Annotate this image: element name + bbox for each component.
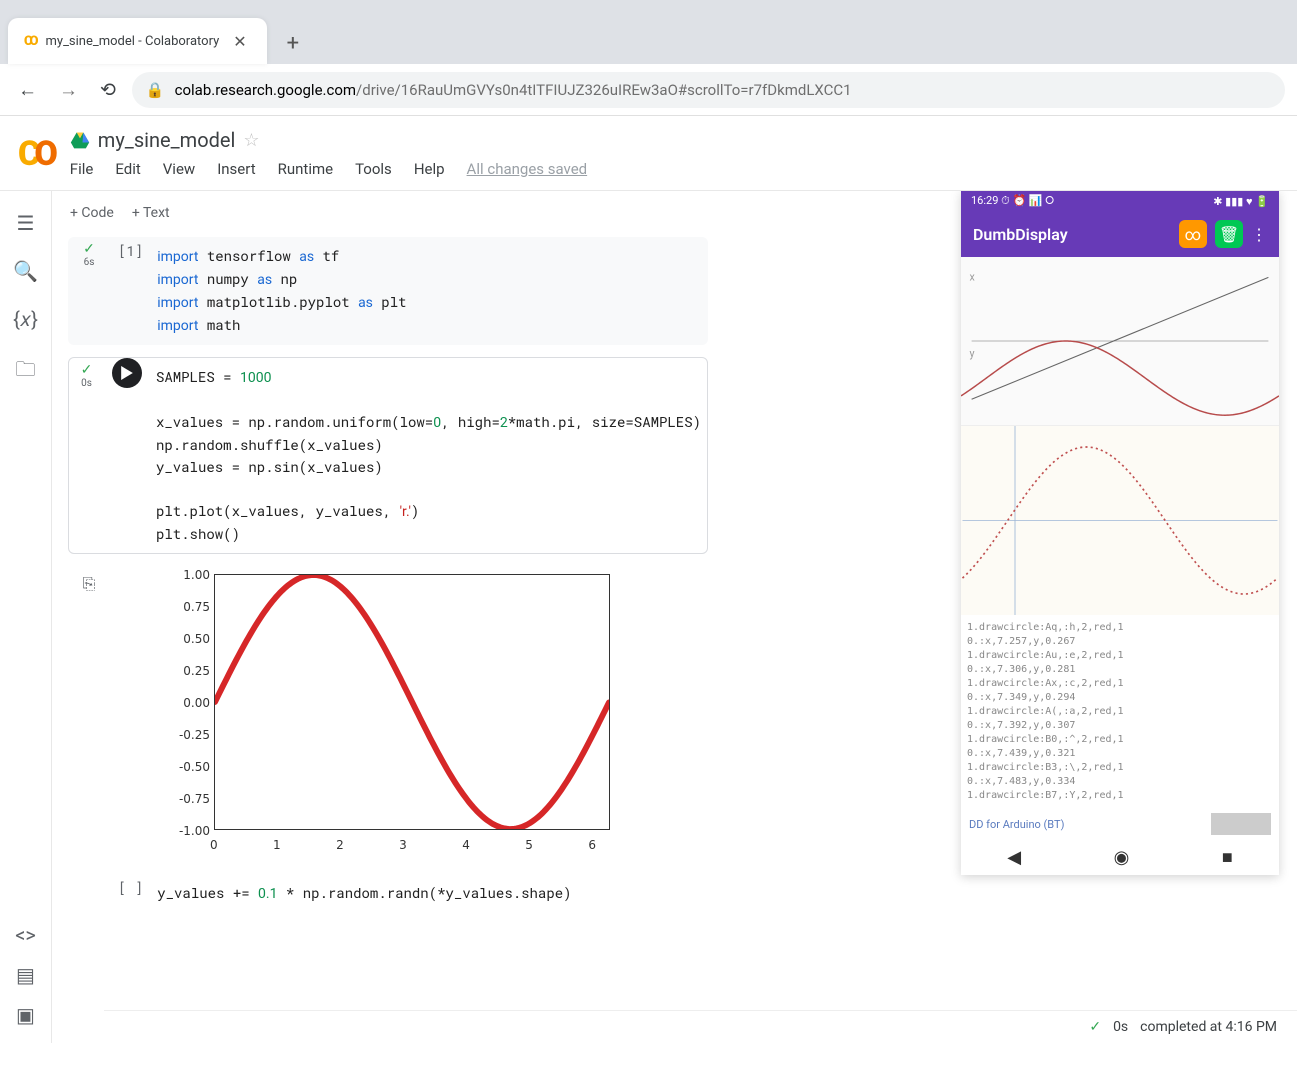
- y-tick-label: 0.25: [183, 664, 210, 678]
- cell-2-code[interactable]: SAMPLES = 1000 x_values = np.random.unif…: [150, 358, 707, 553]
- check-icon: ✓: [81, 362, 93, 378]
- tab-close-icon[interactable]: ✕: [229, 28, 250, 55]
- back-button[interactable]: ←: [12, 72, 43, 108]
- phone-status-bar: 16:29 ⏱ ⏰ 📊 ⭘ ✱ ▮▮▮ ♥ 🔋: [961, 191, 1279, 211]
- cell-1-prompt: [1]: [118, 237, 143, 345]
- terminal-icon[interactable]: ▣: [16, 1003, 35, 1027]
- browser-toolbar: ← → ⟲ 🔒 colab.research.google.com/drive/…: [0, 64, 1297, 116]
- url-host: colab.research.google.com: [175, 81, 356, 99]
- phone-send-button[interactable]: [1211, 813, 1271, 835]
- clear-output-icon[interactable]: ⎘: [68, 566, 110, 866]
- google-drive-icon: [70, 130, 90, 150]
- browser-tab[interactable]: CO my_sine_model - Colaboratory ✕: [8, 18, 267, 64]
- tab-title: my_sine_model - Colaboratory: [46, 34, 220, 49]
- cell-1-code[interactable]: import tensorflow as tf import numpy as …: [151, 237, 708, 345]
- phone-preview: 16:29 ⏱ ⏰ 📊 ⭘ ✱ ▮▮▮ ♥ 🔋 DumbDisplay ∞ 🗑 …: [961, 191, 1279, 875]
- colab-favicon: CO: [24, 34, 36, 49]
- phone-link-icon[interactable]: ∞: [1179, 220, 1207, 248]
- x-tick-label: 2: [336, 838, 344, 852]
- code-icon[interactable]: <>: [15, 923, 36, 947]
- variables-icon[interactable]: {𝑥}: [13, 307, 38, 331]
- y-tick-label: 0.50: [183, 632, 210, 646]
- y-tick-label: -0.50: [179, 760, 210, 774]
- phone-graph-bottom: [961, 425, 1279, 615]
- cell-1-time: 6s: [84, 257, 95, 268]
- footer-time: 0s: [1113, 1019, 1128, 1035]
- phone-graph-top: x y: [961, 257, 1279, 425]
- y-tick-label: 0.75: [183, 600, 210, 614]
- url-path: /drive/16RauUmGVYs0n4tITFIUJZ326uIREw3aO…: [356, 81, 852, 99]
- colab-header: CO my_sine_model ☆ File Edit View Insert…: [0, 116, 1297, 191]
- x-tick-label: 4: [462, 838, 470, 852]
- cell-2[interactable]: ✓ 0s SAMPLES = 1000 x_values = np.random…: [68, 357, 708, 554]
- phone-app-title: DumbDisplay: [973, 225, 1171, 244]
- phone-menu-icon[interactable]: ⋮: [1251, 225, 1267, 244]
- phone-trash-icon[interactable]: 🗑: [1215, 220, 1243, 248]
- menu-edit[interactable]: Edit: [115, 160, 140, 178]
- x-tick-label: 5: [525, 838, 533, 852]
- menu-tools[interactable]: Tools: [355, 160, 392, 178]
- colab-logo[interactable]: CO: [18, 128, 52, 190]
- y-tick-label: -0.25: [179, 728, 210, 742]
- svg-text:y: y: [969, 347, 974, 360]
- forward-button[interactable]: →: [53, 72, 84, 108]
- phone-log: 1.drawcircle:Aq,:h,2,red,1 0.:x,7.257,y,…: [961, 615, 1279, 809]
- phone-status-left: ⏱ ⏰ 📊 ⭘: [1001, 194, 1054, 207]
- reload-button[interactable]: ⟲: [94, 72, 122, 107]
- main-area: + Code + Text ✓ 6s [1] import tensorflow…: [52, 191, 1297, 1043]
- lock-icon: 🔒: [146, 81, 165, 99]
- svg-text:x: x: [969, 271, 975, 284]
- phone-recents-icon[interactable]: ■: [1222, 847, 1233, 868]
- phone-back-icon[interactable]: ◀: [1007, 847, 1021, 868]
- sidebar-left: ☰ 🔍 {𝑥} 🗀 <> ▤ ▣: [0, 191, 52, 1043]
- y-tick-label: -0.75: [179, 792, 210, 806]
- new-tab-button[interactable]: +: [267, 31, 319, 64]
- insert-code-button[interactable]: + Code: [70, 205, 114, 221]
- x-tick-label: 3: [399, 838, 407, 852]
- phone-appbar: DumbDisplay ∞ 🗑 ⋮: [961, 211, 1279, 257]
- search-icon[interactable]: 🔍: [13, 259, 38, 283]
- cell-1[interactable]: ✓ 6s [1] import tensorflow as tf import …: [68, 237, 708, 345]
- matplotlib-plot: -1.00 -0.75 -0.50 -0.25 0.00 0.25 0.50 0.75 1.00…: [160, 566, 620, 866]
- phone-time: 16:29: [971, 194, 998, 207]
- x-tick-label: 0: [210, 838, 218, 852]
- cell-3-code[interactable]: y_values += 0.1 * np.random.randn(*y_val…: [151, 874, 708, 913]
- menu-help[interactable]: Help: [414, 160, 445, 178]
- menu-insert[interactable]: Insert: [217, 160, 255, 178]
- menu-file[interactable]: File: [70, 160, 94, 178]
- comments-icon[interactable]: ▤: [16, 963, 35, 987]
- y-tick-label: -1.00: [179, 824, 210, 838]
- star-icon[interactable]: ☆: [243, 130, 259, 151]
- check-icon: ✓: [1089, 1019, 1101, 1035]
- y-tick-label: 1.00: [183, 568, 210, 582]
- browser-tabbar: CO my_sine_model - Colaboratory ✕ +: [0, 0, 1297, 64]
- cell-2-time: 0s: [81, 378, 92, 389]
- status-footer: ✓ 0s completed at 4:16 PM: [104, 1010, 1297, 1043]
- phone-navbar: ◀ ◉ ■: [961, 839, 1279, 875]
- url-bar[interactable]: 🔒 colab.research.google.com/drive/16RauU…: [132, 72, 1285, 108]
- run-cell-button[interactable]: [112, 358, 142, 553]
- phone-status-right: ✱ ▮▮▮ ♥ 🔋: [1213, 195, 1269, 208]
- menu-runtime[interactable]: Runtime: [278, 160, 333, 178]
- phone-home-icon[interactable]: ◉: [1114, 847, 1130, 868]
- toc-icon[interactable]: ☰: [17, 211, 35, 235]
- phone-input-label[interactable]: DD for Arduino (BT): [969, 818, 1064, 831]
- folder-icon[interactable]: 🗀: [16, 355, 36, 389]
- menubar: File Edit View Insert Runtime Tools Help…: [70, 152, 1279, 190]
- check-icon: ✓: [83, 241, 95, 257]
- x-tick-label: 6: [588, 838, 596, 852]
- save-status: All changes saved: [467, 160, 588, 178]
- insert-text-button[interactable]: + Text: [132, 205, 170, 221]
- menu-view[interactable]: View: [163, 160, 195, 178]
- notebook-title[interactable]: my_sine_model: [98, 128, 236, 152]
- x-tick-label: 1: [273, 838, 281, 852]
- y-tick-label: 0.00: [183, 696, 210, 710]
- cell-3-prompt: [ ]: [118, 874, 143, 913]
- footer-completed: completed at 4:16 PM: [1140, 1019, 1277, 1035]
- cell-3[interactable]: [ ] y_values += 0.1 * np.random.randn(*y…: [68, 874, 708, 913]
